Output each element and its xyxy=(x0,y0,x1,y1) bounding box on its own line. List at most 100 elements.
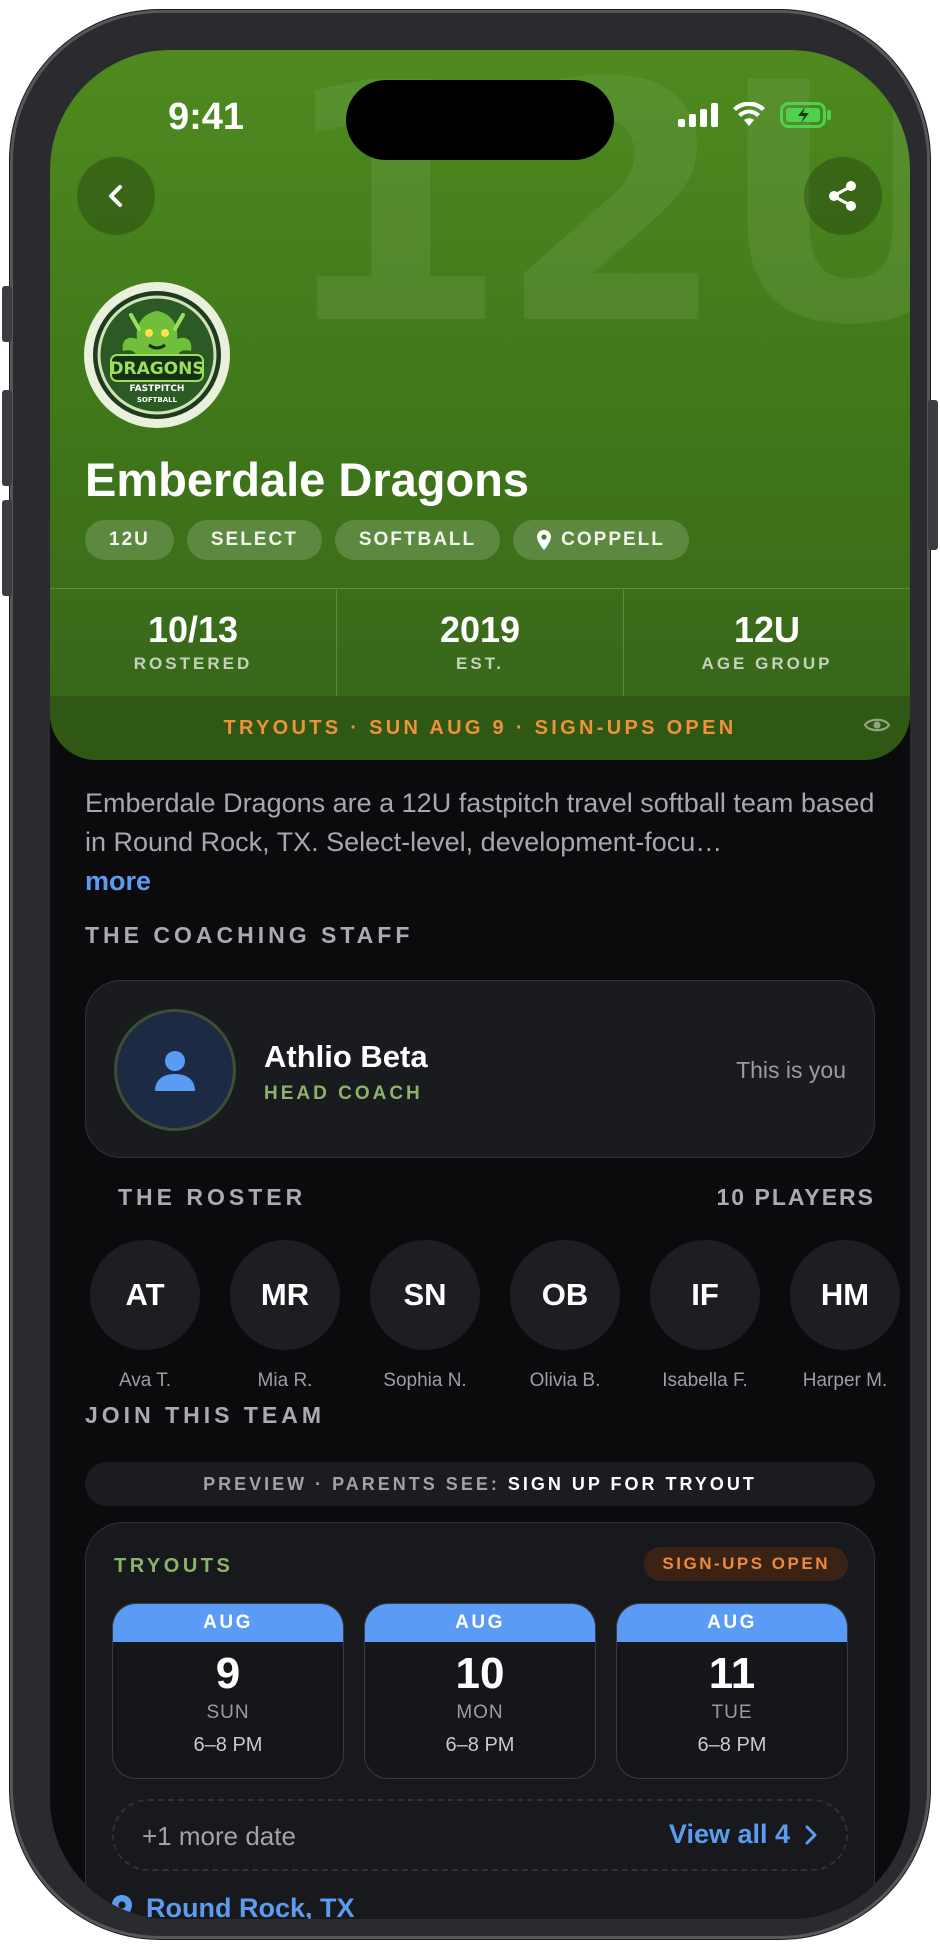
player-name: Olivia B. xyxy=(529,1370,601,1391)
roster-player[interactable]: IF Isabella F. xyxy=(650,1240,760,1392)
player-initials: SN xyxy=(370,1240,480,1350)
tryout-date-card[interactable]: AUG 9 SUN 6–8 PM xyxy=(112,1603,344,1779)
team-name: Emberdale Dragons xyxy=(85,453,530,506)
parent-preview-bar: PREVIEW · PARENTS SEE: SIGN UP FOR TRYOU… xyxy=(85,1462,875,1506)
date-day: 11 xyxy=(708,1649,756,1698)
join-title: JOIN THIS TEAM xyxy=(85,1402,326,1428)
cellular-signal-icon xyxy=(678,103,718,127)
phone-frame: 12U 9:41 DRAGONS FASTPITCH SOFTBALL Embe… xyxy=(2,10,938,1939)
person-icon xyxy=(155,1051,195,1091)
back-button[interactable] xyxy=(77,157,155,235)
more-link[interactable]: more xyxy=(85,866,151,896)
screen: 12U 9:41 DRAGONS FASTPITCH SOFTBALL Embe… xyxy=(50,50,910,1919)
player-name: Harper M. xyxy=(802,1370,888,1391)
tryout-date-card[interactable]: AUG 10 MON 6–8 PM xyxy=(364,1603,596,1779)
tryout-date-card[interactable]: AUG 11 TUE 6–8 PM xyxy=(616,1603,848,1779)
logo-subtext-2: SOFTBALL xyxy=(137,396,178,404)
stat-value: 2019 xyxy=(439,608,521,650)
team-tags: 12U SELECT SOFTBALL COPPELL xyxy=(85,520,689,560)
stat-label: AGE GROUP xyxy=(701,654,833,674)
roster-player[interactable]: OB Olivia B. xyxy=(510,1240,620,1392)
date-month: AUG xyxy=(617,1604,847,1642)
share-icon xyxy=(829,181,856,211)
player-initials: OB xyxy=(510,1240,620,1350)
wifi-icon xyxy=(733,102,765,126)
roster-player[interactable]: MR Mia R. xyxy=(230,1240,340,1392)
dynamic-island xyxy=(346,80,614,160)
location-label: Round Rock, TX xyxy=(146,1893,355,1919)
player-initials: MR xyxy=(230,1240,340,1350)
date-time: 6–8 PM xyxy=(193,1734,263,1757)
tryout-banner-text: TRYOUTS · SUN AUG 9 · SIGN-UPS OPEN xyxy=(223,716,737,739)
view-all-label: View all 4 xyxy=(668,1819,790,1849)
silent-switch xyxy=(2,286,12,342)
team-logo: DRAGONS FASTPITCH SOFTBALL xyxy=(84,282,230,428)
coaching-staff-title: THE COACHING STAFF xyxy=(85,922,414,948)
team-description: Emberdale Dragons are a 12U fastpitch tr… xyxy=(85,784,885,901)
coach-name: Athlio Beta xyxy=(264,1039,428,1074)
date-month: AUG xyxy=(365,1604,595,1642)
power-button xyxy=(928,400,938,550)
eye-icon[interactable] xyxy=(864,716,890,734)
player-initials: HM xyxy=(790,1240,900,1350)
player-name: Isabella F. xyxy=(662,1370,748,1391)
volume-up-button xyxy=(2,390,12,486)
team-header: 12U 9:41 DRAGONS FASTPITCH SOFTBALL Embe… xyxy=(50,50,910,760)
location-pin-icon xyxy=(112,1894,132,1919)
roster-list: AT Ava T. MR Mia R. SN Sophia N. OB Oliv… xyxy=(90,1240,910,1392)
tag-label: COPPELL xyxy=(561,529,665,550)
description-text: Emberdale Dragons are a 12U fastpitch tr… xyxy=(85,788,875,857)
tryout-location[interactable]: Round Rock, TX xyxy=(112,1893,355,1919)
logo-subtext: FASTPITCH xyxy=(130,384,185,394)
more-dates-row[interactable]: +1 more date View all 4 xyxy=(112,1799,848,1871)
location-pin-icon xyxy=(537,530,552,550)
tryouts-label: TRYOUTS xyxy=(114,1555,234,1577)
date-weekday: MON xyxy=(456,1702,504,1724)
battery-charging-icon xyxy=(780,102,831,128)
date-day: 10 xyxy=(455,1649,505,1698)
preview-action: SIGN UP FOR TRYOUT xyxy=(507,1473,757,1494)
stat-rostered: 10/13 ROSTERED xyxy=(50,589,336,696)
tag-age: 12U xyxy=(85,520,174,560)
tryout-card: TRYOUTS SIGN-UPS OPEN AUG 9 SUN 6–8 PM A… xyxy=(85,1522,875,1919)
date-day: 9 xyxy=(215,1649,241,1698)
stat-value: 10/13 xyxy=(147,608,239,650)
preview-prefix: PREVIEW · PARENTS SEE: xyxy=(203,1473,500,1494)
roster-player[interactable]: SN Sophia N. xyxy=(370,1240,480,1392)
stat-established: 2019 EST. xyxy=(336,589,623,696)
status-icons xyxy=(678,102,832,128)
roster-count: 10 PLAYERS xyxy=(716,1184,875,1210)
status-time: 9:41 xyxy=(168,96,245,138)
player-name: Ava T. xyxy=(118,1370,172,1391)
date-time: 6–8 PM xyxy=(697,1734,767,1757)
stat-age-group: 12U AGE GROUP xyxy=(623,589,910,696)
coach-card[interactable]: Athlio Beta HEAD COACH This is you xyxy=(85,980,875,1158)
chevron-right-icon xyxy=(805,1825,817,1844)
date-time: 6–8 PM xyxy=(445,1734,515,1757)
player-name: Sophia N. xyxy=(383,1370,467,1391)
logo-wordmark: DRAGONS xyxy=(109,359,204,379)
roster-player[interactable]: HM Harper M. xyxy=(790,1240,900,1392)
roster-title: THE ROSTER xyxy=(118,1184,307,1210)
team-stats: 10/13 ROSTERED 2019 EST. 12U AGE GROUP xyxy=(50,588,910,696)
chevron-left-icon xyxy=(109,185,122,207)
tag-sport: SOFTBALL xyxy=(334,520,501,560)
view-all-link[interactable]: View all 4 xyxy=(669,1819,818,1850)
tag-label: 12U xyxy=(109,529,150,550)
status-badge: SIGN-UPS OPEN xyxy=(644,1547,848,1581)
volume-down-button xyxy=(2,500,12,596)
player-initials: AT xyxy=(90,1240,200,1350)
tryout-dates: AUG 9 SUN 6–8 PM AUG 10 MON 6–8 PM AUG 1… xyxy=(112,1603,848,1779)
date-weekday: TUE xyxy=(711,1702,753,1724)
tryout-banner[interactable]: TRYOUTS · SUN AUG 9 · SIGN-UPS OPEN xyxy=(50,696,910,760)
coach-role: HEAD COACH xyxy=(264,1083,423,1104)
date-month: AUG xyxy=(113,1604,343,1642)
tag-location: COPPELL xyxy=(513,520,689,560)
share-button[interactable] xyxy=(804,157,882,235)
dragon-logo-icon: DRAGONS FASTPITCH SOFTBALL xyxy=(93,291,221,419)
player-initials: IF xyxy=(650,1240,760,1350)
stat-value: 12U xyxy=(733,608,801,650)
avatar xyxy=(114,1009,236,1131)
more-dates-text: +1 more date xyxy=(142,1821,296,1851)
roster-player[interactable]: AT Ava T. xyxy=(90,1240,200,1392)
